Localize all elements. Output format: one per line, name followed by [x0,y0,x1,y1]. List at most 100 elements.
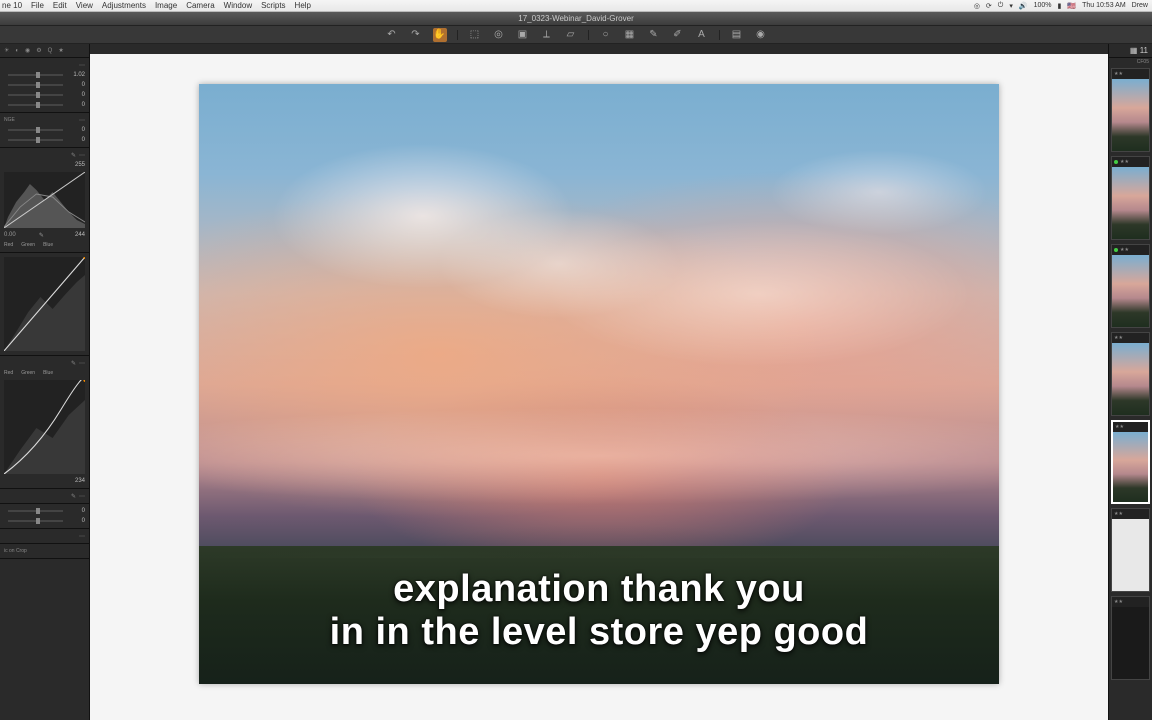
channel-green[interactable]: Green [21,370,35,376]
menu-adjustments[interactable]: Adjustments [102,1,146,10]
undo-icon[interactable]: ↶ [385,28,399,42]
slider[interactable] [8,129,63,131]
select-icon[interactable]: ⬚ [468,28,482,42]
pan-icon[interactable]: ✋ [433,28,447,42]
thumbnail[interactable]: ★★ [1111,332,1150,416]
keystone-icon[interactable]: ▱ [564,28,578,42]
redo-icon[interactable]: ↷ [409,28,423,42]
image-viewer: explanation thank you in in the level st… [90,44,1108,720]
rating-icon[interactable]: ★★ [1120,159,1129,165]
loupe-icon[interactable]: ◎ [492,28,506,42]
slider[interactable] [8,139,63,141]
cursor-toolbar: ↶ ↷ ✋ ⬚ ◎ ▣ ⟂ ▱ ○ ▦ ✎ ✐ A ▤ ◉ [0,26,1152,44]
slider[interactable] [8,510,63,512]
tool-menu-icon[interactable]: ⋯ [79,152,85,159]
menu-image[interactable]: Image [155,1,177,10]
tool-section: ⋯ 1.02 0 0 0 [0,58,89,113]
slider[interactable] [8,104,63,106]
picker-icon[interactable]: ✎ [39,232,44,239]
tool-menu-icon[interactable]: ⋯ [79,493,85,500]
photo-sunset: explanation thank you in in the level st… [199,84,999,684]
tool-menu-icon[interactable]: ⋯ [79,360,85,367]
overlay-icon[interactable]: ▦ [623,28,637,42]
thumbnail[interactable]: ★★ [1111,244,1150,328]
tool-menu-icon[interactable]: ⋯ [79,62,85,69]
thumbnail[interactable]: ★★ [1111,508,1150,592]
rating-icon[interactable]: ★★ [1114,335,1123,341]
menu-window[interactable]: Window [224,1,252,10]
user-name[interactable]: Drew [1132,2,1148,9]
status-icon[interactable]: ◎ [974,2,980,10]
slider[interactable] [8,74,63,76]
menu-help[interactable]: Help [295,1,311,10]
grid-icon[interactable]: ▦ [1130,46,1138,55]
status-icon[interactable]: ▾ [1009,2,1013,10]
tool-menu-icon[interactable]: ⋯ [79,117,85,124]
battery-icon[interactable]: ▮ [1057,2,1061,10]
mask-icon[interactable]: ▤ [730,28,744,42]
clock[interactable]: Thu 10:53 AM [1082,2,1126,9]
menu-edit[interactable]: Edit [53,1,67,10]
menu-view[interactable]: View [76,1,93,10]
video-caption: explanation thank you in in the level st… [199,568,999,654]
battery-status[interactable]: 100% [1034,2,1052,9]
tool-section: NGE⋯ 0 0 [0,113,89,148]
slider[interactable] [8,520,63,522]
crop-icon[interactable]: ▣ [516,28,530,42]
macos-menubar: ne 10 File Edit View Adjustments Image C… [0,0,1152,12]
channel-red[interactable]: Red [4,242,13,248]
tab-icon[interactable]: ☀ [4,47,9,54]
curve-editor[interactable] [4,257,85,351]
rating-icon[interactable]: ★★ [1120,247,1129,253]
curve-editor[interactable] [4,380,85,474]
rating-icon[interactable]: ★★ [1114,71,1123,77]
channel-red[interactable]: Red [4,370,13,376]
rating-icon[interactable]: ★★ [1114,599,1123,605]
picker-icon[interactable]: ✎ [71,493,76,500]
tab-icon[interactable]: ⚙ [36,47,41,54]
zoom-value: 11 [1140,46,1148,55]
flag-icon[interactable]: 🇺🇸 [1067,2,1076,10]
tab-icon[interactable]: ◉ [25,47,30,54]
status-icon[interactable]: ⟳ [986,2,992,10]
window-titlebar: 17_0323-Webinar_David-Grover [0,12,1152,26]
filename-label: CF05 [1109,58,1152,66]
menu-camera[interactable]: Camera [186,1,214,10]
status-icon[interactable]: 🔊 [1019,2,1028,10]
picker-icon[interactable]: ✎ [71,360,76,367]
rating-icon[interactable]: ★★ [1115,424,1124,430]
thumbnail[interactable]: ★★ [1111,420,1150,504]
menu-scripts[interactable]: Scripts [261,1,285,10]
rating-icon[interactable]: ★★ [1114,511,1123,517]
crop-tool: ic on Crop [0,544,89,559]
adjust-picker-icon[interactable]: ✐ [671,28,685,42]
thumbnail[interactable]: ★★ [1111,596,1150,680]
tab-icon[interactable]: Q [48,48,53,54]
app-name[interactable]: ne 10 [2,1,22,10]
spot-icon[interactable]: ○ [599,28,613,42]
channel-green[interactable]: Green [21,242,35,248]
straighten-icon[interactable]: ⟂ [540,28,554,42]
slider[interactable] [8,84,63,86]
tool-section: ✎⋯ Red Green Blue 234 [0,356,89,489]
focus-mask-icon[interactable]: ◉ [754,28,768,42]
tool-section: 0 0 [0,504,89,529]
channel-blue[interactable]: Blue [43,242,53,248]
wb-picker-icon[interactable]: ✎ [647,28,661,42]
tool-tab-row: ☀ ◐ ◉ ⚙ Q ★ [0,44,89,58]
tab-icon[interactable]: ★ [58,47,63,54]
slider[interactable] [8,94,63,96]
thumbnail[interactable]: ★★ [1111,68,1150,152]
tool-menu-icon[interactable]: ⋯ [79,533,85,540]
tab-icon[interactable]: ◐ [15,48,19,54]
annotate-icon[interactable]: A [695,28,709,42]
status-icon[interactable]: ⏻ [998,2,1004,10]
tool-section: ⋯ [0,529,89,544]
image-canvas[interactable]: explanation thank you in in the level st… [199,84,999,684]
picker-icon[interactable]: ✎ [71,152,76,159]
channel-blue[interactable]: Blue [43,370,53,376]
tool-section: ✎⋯ [0,489,89,504]
thumbnail[interactable]: ★★ [1111,156,1150,240]
levels-histogram[interactable] [4,172,85,228]
menu-file[interactable]: File [31,1,44,10]
